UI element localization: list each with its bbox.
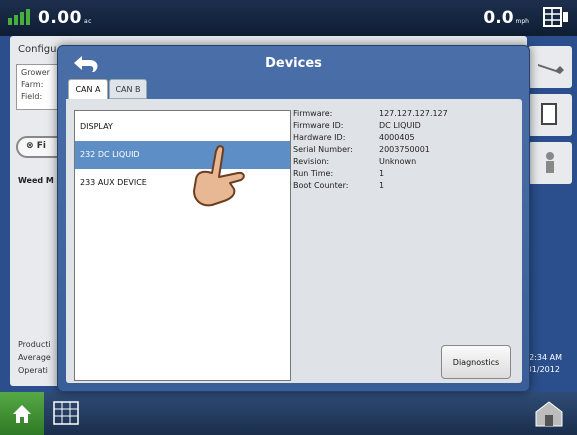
average-label: Average (18, 353, 51, 362)
status-bar: 0.00 ac 0.0 mph (0, 0, 577, 36)
hardware-id-label: Hardware ID: (293, 133, 346, 142)
firmware-value: 127.127.127.127 (379, 109, 448, 118)
tab-can-b[interactable]: CAN B (109, 79, 147, 99)
serial-number-value: 2003750001 (379, 145, 430, 154)
grid-view-icon[interactable] (52, 400, 80, 426)
device-item-display[interactable]: DISPLAY (75, 113, 290, 141)
production-label: Producti (18, 340, 51, 349)
home-button[interactable] (0, 392, 44, 435)
run-time-label: Run Time: (293, 169, 334, 178)
operator-icon (546, 152, 554, 173)
device-item-dc-liquid[interactable]: 232 DC LIQUID (75, 141, 290, 169)
firmware-label: Firmware: (293, 109, 333, 118)
operator-tool-button[interactable] (528, 142, 572, 184)
wrench-icon (538, 64, 564, 74)
right-toolbar (528, 46, 572, 196)
property-row: Serial Number: 2003750001 (293, 145, 513, 157)
operation-label: Operati (18, 366, 48, 375)
firmware-id-label: Firmware ID: (293, 121, 344, 130)
tab-can-a[interactable]: CAN A (68, 79, 108, 99)
property-row: Firmware ID: DC LIQUID (293, 121, 513, 133)
device-item-aux-device[interactable]: 233 AUX DEVICE (75, 169, 290, 197)
property-row: Revision: Unknown (293, 157, 513, 169)
speed-readout: 0.0 mph (483, 8, 529, 28)
diagnostics-button[interactable]: Diagnostics (441, 345, 511, 379)
run-time-value: 1 (379, 169, 385, 178)
property-row: Boot Counter: 1 (293, 181, 513, 193)
tab-content: DISPLAY 232 DC LIQUID 233 AUX DEVICE Fir… (66, 99, 522, 383)
devices-dialog: Devices CAN A CAN B DISPLAY 232 DC LIQUI… (57, 45, 530, 392)
pointing-hand-icon (193, 145, 245, 207)
document-tool-button[interactable] (528, 94, 572, 136)
document-icon (541, 103, 557, 125)
area-readout: 0.00 ac (38, 8, 92, 28)
home-icon (13, 405, 31, 423)
boot-counter-value: 1 (379, 181, 385, 190)
hardware-id-value: 4000405 (379, 133, 415, 142)
property-row: Run Time: 1 (293, 169, 513, 181)
bottom-bar (0, 392, 577, 435)
boot-counter-label: Boot Counter: (293, 181, 349, 190)
wrench-tool-button[interactable] (528, 46, 572, 88)
firmware-id-value: DC LIQUID (379, 121, 421, 130)
property-row: Firmware: 127.127.127.127 (293, 109, 513, 121)
device-list: DISPLAY 232 DC LIQUID 233 AUX DEVICE (74, 110, 291, 381)
property-row: Hardware ID: 4000405 (293, 133, 513, 145)
config-title: Configu (18, 44, 57, 55)
weed-label: Weed M (18, 176, 54, 185)
gps-signal-icon[interactable] (6, 8, 36, 28)
summary-labels: Producti Average Operati (18, 338, 51, 377)
barn-icon[interactable] (534, 400, 564, 428)
dialog-title: Devices (265, 56, 322, 71)
revision-value: Unknown (379, 157, 417, 166)
revision-label: Revision: (293, 157, 330, 166)
menu-grid-icon[interactable] (543, 6, 569, 28)
serial-number-label: Serial Number: (293, 145, 353, 154)
